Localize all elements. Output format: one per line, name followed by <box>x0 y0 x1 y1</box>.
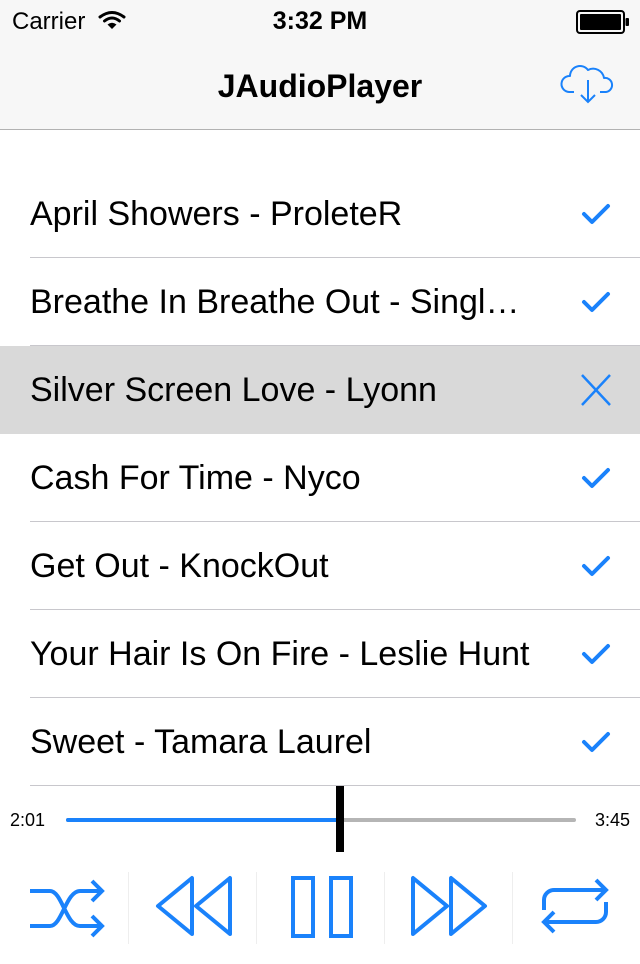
duration-time: 3:45 <box>594 810 630 830</box>
pause-button[interactable] <box>277 866 367 946</box>
checkmark-icon <box>582 468 610 488</box>
checkmark-icon <box>582 732 610 752</box>
shuffle-icon <box>30 879 105 938</box>
control-divider <box>384 872 385 944</box>
repeat-button[interactable] <box>530 866 620 946</box>
cloud-download-icon[interactable] <box>560 62 616 106</box>
track-title: Get Out - KnockOut <box>30 547 329 585</box>
checkmark-icon <box>582 644 610 664</box>
track-title: Sweet - Tamara Laurel <box>30 723 372 761</box>
rewind-icon <box>156 876 232 936</box>
fast-forward-icon <box>411 876 487 936</box>
status-time: 3:32 PM <box>272 7 368 35</box>
repeat-icon <box>541 878 609 934</box>
playback-controls <box>0 858 640 964</box>
track-title: April Showers - ProleteR <box>30 195 403 233</box>
track-title: Cash For Time - Nyco <box>30 459 361 497</box>
fast-forward-button[interactable] <box>405 866 495 946</box>
status-bar: Carrier 3:32 PM <box>0 0 640 40</box>
page-title: JAudioPlayer <box>217 68 423 104</box>
track-title: Your Hair Is On Fire - Leslie Hunt <box>30 635 530 673</box>
shuffle-button[interactable] <box>22 866 112 946</box>
track-row[interactable]: Your Hair Is On Fire - Leslie Hunt <box>0 610 640 698</box>
track-row[interactable]: Get Out - KnockOut <box>0 522 640 610</box>
track-list: April Showers - ProleteR Breathe In Breat… <box>0 170 640 786</box>
track-row[interactable]: Sweet - Tamara Laurel <box>0 698 640 786</box>
track-row[interactable]: Breathe In Breathe Out - Singl… <box>0 258 640 346</box>
progress-fill <box>66 818 341 822</box>
checkmark-icon <box>582 204 610 224</box>
navigation-bar: JAudioPlayer <box>0 40 640 130</box>
track-row[interactable]: Cash For Time - Nyco <box>0 434 640 522</box>
track-row[interactable]: Silver Screen Love - Lyonn <box>0 346 640 434</box>
pause-icon <box>291 876 353 938</box>
track-title: Silver Screen Love - Lyonn <box>30 371 437 409</box>
progress-thumb[interactable] <box>336 786 345 852</box>
rewind-button[interactable] <box>150 866 240 946</box>
control-divider <box>256 872 257 944</box>
checkmark-icon <box>582 556 610 576</box>
checkmark-icon <box>582 292 610 312</box>
remove-icon[interactable] <box>574 372 618 408</box>
battery-icon <box>576 10 629 34</box>
control-divider <box>128 872 129 944</box>
elapsed-time: 2:01 <box>10 810 46 830</box>
track-row[interactable]: April Showers - ProleteR <box>0 170 640 258</box>
row-separator <box>30 785 640 786</box>
track-title: Breathe In Breathe Out - Singl… <box>30 283 520 321</box>
control-divider <box>512 872 513 944</box>
